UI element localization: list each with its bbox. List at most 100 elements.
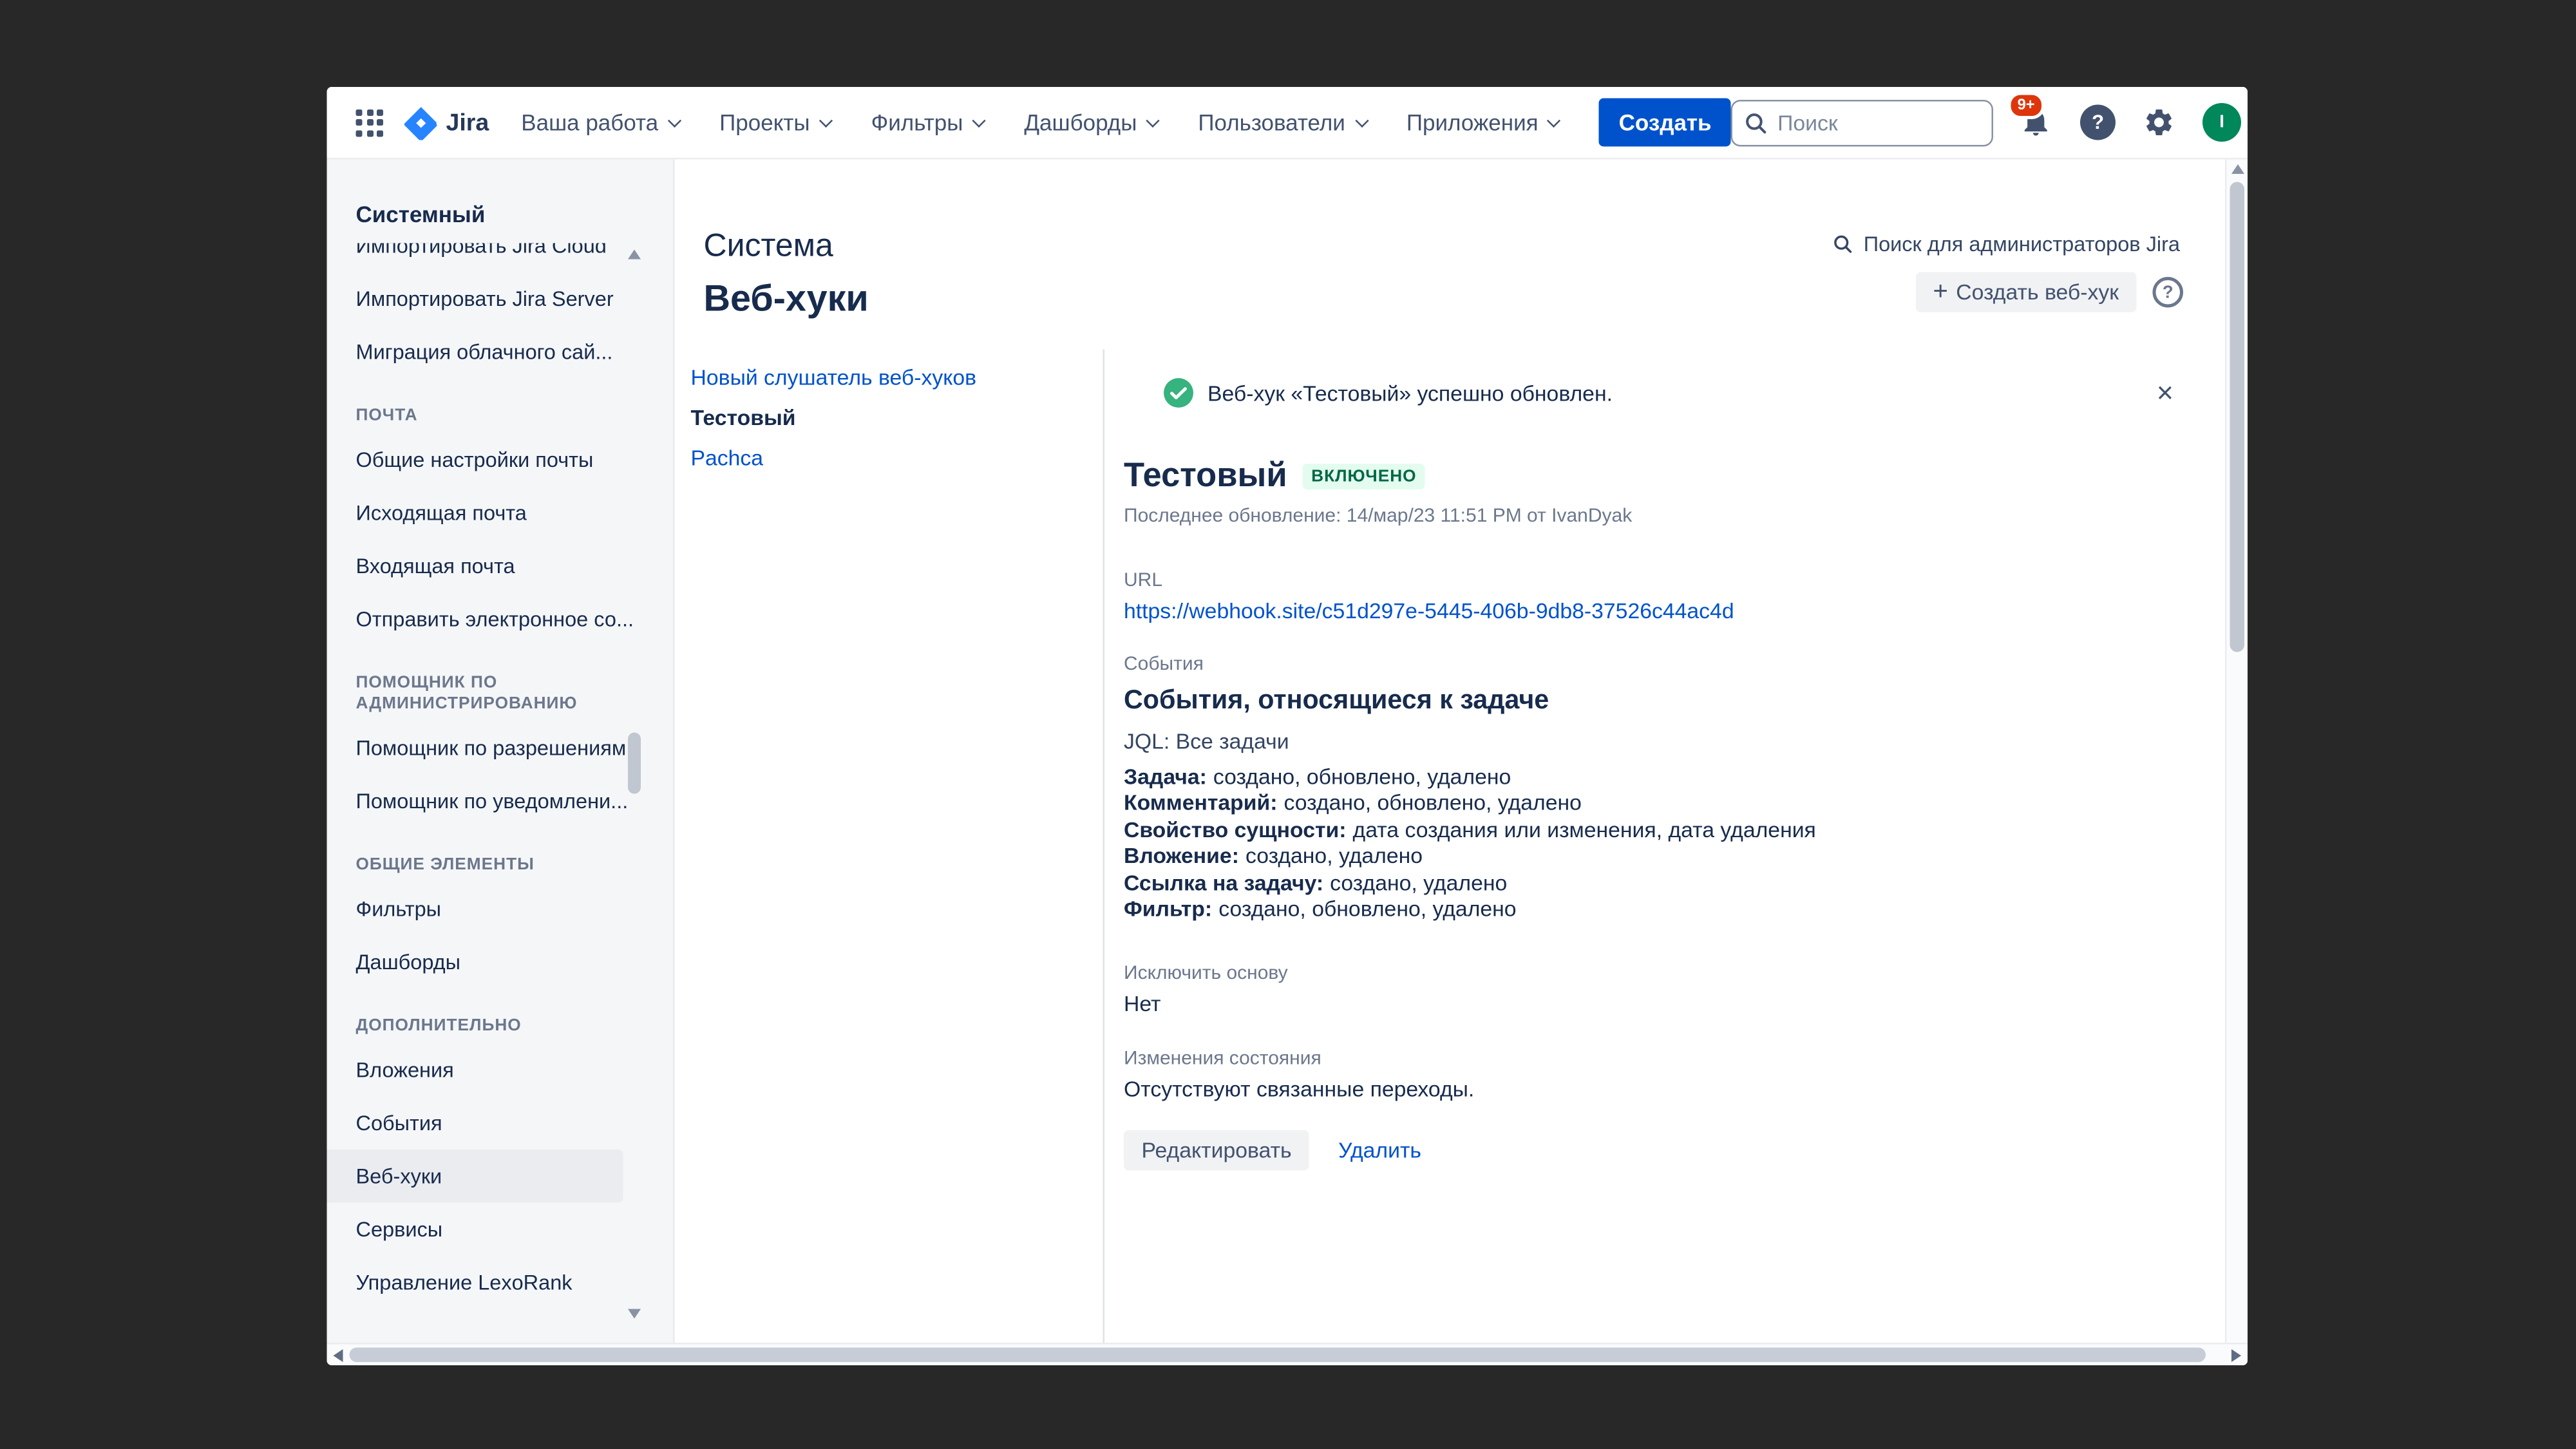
events-section-title: События, относящиеся к задаче bbox=[1124, 685, 2177, 717]
chevron-down-icon bbox=[1354, 113, 1368, 127]
webhook-list: Новый слушатель веб-хуков Тестовый Pachc… bbox=[675, 350, 1103, 1343]
sidebar-item-services[interactable]: Сервисы bbox=[327, 1203, 623, 1256]
transitions-label: Изменения состояния bbox=[1124, 1047, 2177, 1070]
sidebar-item-notification-helper[interactable]: Помощник по уведомлени... bbox=[327, 775, 623, 828]
scroll-up-arrow[interactable] bbox=[628, 250, 641, 260]
sidebar-item-attachments[interactable]: Вложения bbox=[327, 1043, 623, 1097]
nav-item-label: Дашборды bbox=[1024, 109, 1137, 135]
jira-logo[interactable]: Jira bbox=[404, 106, 489, 140]
global-search bbox=[1731, 99, 1994, 146]
horizontal-scrollbar bbox=[327, 1343, 2248, 1365]
scroll-down-arrow[interactable] bbox=[628, 1309, 641, 1319]
event-row-value: создано, обновлено, удалено bbox=[1284, 791, 1582, 816]
detail-actions: Редактировать Удалить bbox=[1124, 1131, 2177, 1171]
sidebar-item-events[interactable]: События bbox=[327, 1097, 623, 1150]
chevron-down-icon bbox=[1146, 113, 1160, 127]
admin-search-label: Поиск для администраторов Jira bbox=[1864, 232, 2180, 256]
nav-item-dashboards[interactable]: Дашборды bbox=[1024, 109, 1158, 135]
nav-item-label: Приложения bbox=[1406, 109, 1539, 135]
scroll-right-arrow[interactable] bbox=[2231, 1349, 2241, 1362]
sidebar-scrollbar-thumb[interactable] bbox=[628, 733, 641, 794]
sidebar-scroll-area: Импортировать Jira Cloud Импортировать J… bbox=[327, 243, 674, 1338]
app-body: Системный Импортировать Jira Cloud Импор… bbox=[327, 160, 2248, 1343]
nav-item-your-work[interactable]: Ваша работа bbox=[521, 109, 679, 135]
create-issue-button[interactable]: Создать bbox=[1600, 99, 1731, 147]
webhook-list-item-testovyi[interactable]: Тестовый bbox=[691, 398, 1103, 439]
sidebar-item-filters[interactable]: Фильтры bbox=[327, 882, 623, 936]
sidebar-item-incoming-mail[interactable]: Входящая почта bbox=[327, 540, 623, 593]
sidebar-item-cloud-migration[interactable]: Миграция облачного сай... bbox=[327, 325, 623, 379]
question-mark-icon: ? bbox=[2092, 111, 2104, 134]
sidebar-item-outgoing-mail[interactable]: Исходящая почта bbox=[327, 486, 623, 540]
jira-logo-text: Jira bbox=[446, 109, 489, 137]
create-webhook-label: Создать веб-хук bbox=[1956, 280, 2119, 305]
nav-item-filters[interactable]: Фильтры bbox=[871, 109, 984, 135]
nav-item-label: Ваша работа bbox=[521, 109, 658, 135]
help-button[interactable]: ? bbox=[2080, 105, 2116, 140]
webhook-url-link[interactable]: https://webhook.site/c51d297e-5445-406b-… bbox=[1124, 599, 1734, 625]
horizontal-scrollbar-thumb[interactable] bbox=[350, 1348, 2206, 1363]
vertical-scrollbar bbox=[2225, 160, 2248, 1366]
sidebar-item-import-jira-server[interactable]: Импортировать Jira Server bbox=[327, 272, 623, 326]
top-navbar: Jira Ваша работа Проекты Фильтры Дашборд… bbox=[327, 87, 2248, 160]
page-title: Веб-хуки bbox=[704, 276, 869, 321]
scroll-left-arrow[interactable] bbox=[334, 1349, 343, 1362]
sidebar-item-dashboards[interactable]: Дашборды bbox=[327, 936, 623, 989]
sidebar-item-send-email[interactable]: Отправить электронное со... bbox=[327, 592, 623, 646]
event-row: Задача:создано, обновлено, удалено bbox=[1124, 765, 2177, 791]
page-section-heading: Система bbox=[704, 227, 833, 266]
close-icon[interactable]: × bbox=[2154, 379, 2177, 408]
browser-app-window: Jira Ваша работа Проекты Фильтры Дашборд… bbox=[327, 87, 2248, 1365]
sidebar-header-mail: ПОЧТА bbox=[327, 406, 623, 427]
url-label: URL bbox=[1124, 569, 2177, 591]
sidebar-header-advanced: ДОПОЛНИТЕЛЬНО bbox=[327, 1016, 623, 1037]
main-content: Система Веб-хуки Поиск для администратор… bbox=[675, 160, 2248, 1343]
scroll-up-arrow[interactable] bbox=[2231, 164, 2244, 174]
sidebar-title: Системный bbox=[327, 160, 674, 243]
nav-item-apps[interactable]: Приложения bbox=[1406, 109, 1559, 135]
user-avatar[interactable]: I bbox=[2202, 103, 2241, 142]
chevron-down-icon bbox=[972, 113, 986, 127]
event-row-label: Вложение: bbox=[1124, 844, 1239, 869]
webhook-list-item-new-listener[interactable]: Новый слушатель веб-хуков bbox=[691, 357, 1103, 398]
jql-text: JQL: Все задачи bbox=[1124, 730, 2177, 755]
settings-button[interactable] bbox=[2141, 105, 2177, 140]
notification-badge: 9+ bbox=[2008, 92, 2045, 118]
exclude-body-value: Нет bbox=[1124, 992, 2177, 1018]
webhook-detail-panel: Веб-хук «Тестовый» успешно обновлен. × Т… bbox=[1103, 350, 2226, 1343]
gear-icon bbox=[2143, 106, 2175, 138]
sidebar-item-mail-settings[interactable]: Общие настройки почты bbox=[327, 433, 623, 487]
sidebar-item-webhooks[interactable]: Веб-хуки bbox=[327, 1150, 623, 1203]
event-row: Свойство сущности:дата создания или изме… bbox=[1124, 818, 2177, 844]
edit-button[interactable]: Редактировать bbox=[1124, 1131, 1309, 1171]
content-columns: Новый слушатель веб-хуков Тестовый Pachc… bbox=[675, 350, 2226, 1343]
sidebar-item-lexorank[interactable]: Управление LexoRank bbox=[327, 1256, 623, 1309]
status-badge: ВКЛЮЧЕНО bbox=[1303, 464, 1425, 489]
delete-button[interactable]: Удалить bbox=[1338, 1139, 1421, 1164]
nav-item-label: Проекты bbox=[719, 109, 810, 135]
event-row-value: создано, обновлено, удалено bbox=[1213, 765, 1511, 790]
header-actions: + Создать веб-хук ? bbox=[1915, 272, 2183, 313]
notifications-button[interactable]: 9+ bbox=[2019, 105, 2054, 140]
event-row-value: создано, удалено bbox=[1245, 844, 1423, 869]
navbar-right: 9+ ? I bbox=[1731, 99, 2242, 146]
flag-message: Веб-хук «Тестовый» успешно обновлен. bbox=[1208, 381, 1613, 405]
create-webhook-button[interactable]: + Создать веб-хук bbox=[1915, 272, 2137, 313]
nav-item-projects[interactable]: Проекты bbox=[719, 109, 831, 135]
search-input[interactable] bbox=[1731, 99, 1994, 146]
page-help-button[interactable]: ? bbox=[2153, 277, 2184, 308]
success-check-icon bbox=[1162, 377, 1195, 409]
app-switcher-icon[interactable] bbox=[356, 109, 384, 137]
question-mark-icon: ? bbox=[2163, 283, 2174, 302]
events-label: События bbox=[1124, 652, 2177, 675]
admin-search-link[interactable]: Поиск для администраторов Jira bbox=[1833, 232, 2180, 256]
webhook-list-item-pachca[interactable]: Pachca bbox=[691, 438, 1103, 478]
nav-item-people[interactable]: Пользователи bbox=[1198, 109, 1366, 135]
sidebar-scrollbar bbox=[628, 250, 641, 1319]
search-icon bbox=[1833, 234, 1854, 255]
vertical-scrollbar-thumb[interactable] bbox=[2230, 182, 2245, 652]
event-row: Вложение:создано, удалено bbox=[1124, 844, 2177, 871]
sidebar-item-import-jira-cloud[interactable]: Импортировать Jira Cloud bbox=[327, 243, 623, 272]
webhook-name: Тестовый bbox=[1124, 457, 1287, 496]
sidebar-item-permission-helper[interactable]: Помощник по разрешениям bbox=[327, 721, 623, 775]
